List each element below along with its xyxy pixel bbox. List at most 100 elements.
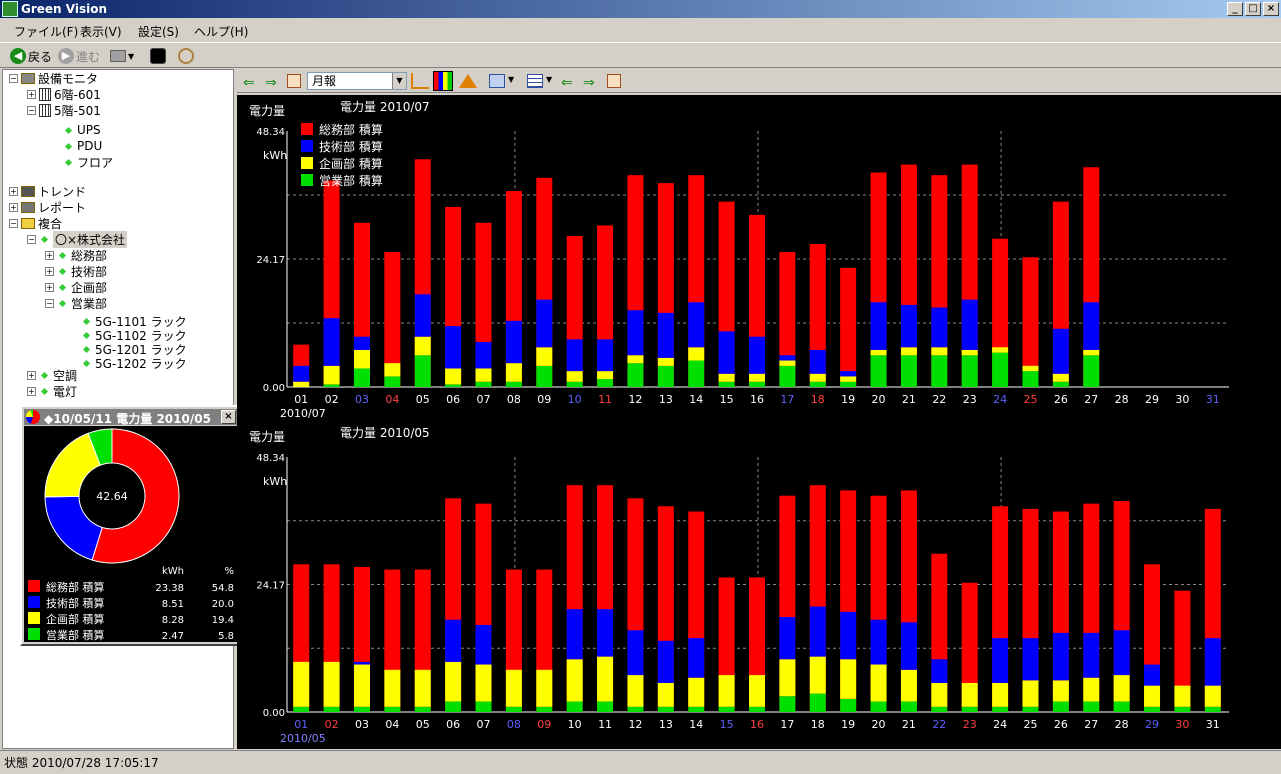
bar-segment <box>931 307 948 348</box>
window-icon[interactable] <box>489 74 505 88</box>
bar-segment <box>627 355 644 364</box>
back-button[interactable]: ◀ 戻る <box>10 46 52 66</box>
tree-node-trend[interactable]: + トレンド <box>9 183 86 199</box>
x-tick-label: 28 <box>1115 393 1129 406</box>
collapse-icon[interactable]: − <box>9 73 18 83</box>
tree-node-dept2[interactable]: + 技術部 <box>45 263 107 279</box>
close-button[interactable]: × <box>1263 2 1279 16</box>
legend-swatch <box>28 612 40 624</box>
x-tick-label: 26 <box>1054 718 1068 731</box>
chevron-down-icon[interactable]: ▼ <box>546 75 552 84</box>
menu-help[interactable]: ヘルプ(H) <box>194 23 248 40</box>
bar-segment <box>1052 632 1069 681</box>
area-chart-icon[interactable] <box>459 74 477 88</box>
tree-node-floor[interactable]: フロア <box>63 154 113 170</box>
x-tick-label: 12 <box>628 718 642 731</box>
expand-icon[interactable]: + <box>9 202 18 212</box>
y-axis-label: 電力量 <box>249 430 285 444</box>
x-tick-label: 08 <box>507 718 521 731</box>
bar-segment <box>718 331 735 374</box>
menu-bar: ファイル(F) 表示(V) 設定(S) ヘルプ(H) <box>0 19 1281 41</box>
forward-button[interactable]: ▶ 進む <box>58 46 100 66</box>
legend-label: 企画部 積算 <box>319 156 383 171</box>
menu-settings[interactable]: 設定(S) <box>138 23 179 40</box>
search-button[interactable] <box>178 46 194 66</box>
tree-node-pdu[interactable]: PDU <box>63 138 102 154</box>
node-dot-icon <box>58 299 67 307</box>
tree-node-rack4[interactable]: 5G-1202 ラック <box>81 355 187 371</box>
prev-arrow-icon[interactable]: ⇐ <box>243 75 255 91</box>
node-dot-icon <box>64 126 73 134</box>
prev-arrow-icon[interactable]: ⇐ <box>561 75 573 91</box>
bar-segment <box>323 318 340 366</box>
node-dot-icon <box>40 371 49 379</box>
minimize-button[interactable]: _ <box>1227 2 1243 16</box>
node-dot-icon <box>58 267 67 275</box>
expand-icon[interactable]: + <box>27 370 36 380</box>
legend-label: 営業部 積算 <box>46 628 105 642</box>
x-tick-label: 21 <box>902 393 916 406</box>
chevron-down-icon[interactable]: ▼ <box>392 73 406 89</box>
x-tick-label: 01 <box>294 393 308 406</box>
bar-segment <box>1083 677 1100 702</box>
list-icon[interactable] <box>527 74 543 88</box>
legend-kwh: 8.51 <box>162 599 184 610</box>
calendar-icon[interactable] <box>607 74 621 88</box>
collapse-icon[interactable]: − <box>9 218 18 228</box>
expand-icon[interactable]: + <box>45 282 54 292</box>
tree-node-company[interactable]: − 〇×株式会社 <box>27 230 128 248</box>
legend-swatch <box>301 157 313 169</box>
tree-node-dept4[interactable]: − 営業部 <box>45 295 107 311</box>
collapse-icon[interactable]: − <box>45 298 54 308</box>
tree-node-floor5[interactable]: − 5階-501 <box>27 102 101 118</box>
main-toolbar: ◀ 戻る ▶ 進む ▼ <box>0 42 1281 68</box>
chevron-down-icon[interactable]: ▼ <box>508 75 514 84</box>
bar-chart-icon[interactable] <box>433 71 453 91</box>
expand-icon[interactable]: + <box>27 386 36 396</box>
collapse-icon[interactable]: − <box>27 105 36 115</box>
period-select[interactable]: 月報 ▼ <box>307 72 407 90</box>
next-arrow-icon[interactable]: ⇒ <box>583 75 595 91</box>
tree-node-facility-monitor[interactable]: − 設備モニタ <box>9 70 98 86</box>
tree-node-report[interactable]: + レポート <box>9 199 86 215</box>
x-tick-label: 20 <box>872 393 886 406</box>
bar-segment <box>323 661 340 707</box>
view-dropdown-button[interactable]: ▼ <box>110 46 134 66</box>
y-tick-label: 24.17 <box>256 255 285 266</box>
report-folder-icon <box>21 201 35 213</box>
calendar-icon[interactable] <box>287 74 301 88</box>
tree-node-composite[interactable]: − 複合 <box>9 215 62 231</box>
tree-node-aircon[interactable]: + 空調 <box>27 367 77 383</box>
tree-node-floor6[interactable]: + 6階-601 <box>27 86 101 102</box>
maximize-button[interactable]: □ <box>1245 2 1261 16</box>
tree-node-dept1[interactable]: + 総務部 <box>45 247 107 263</box>
tree-node-ups[interactable]: UPS <box>63 122 101 138</box>
popup-title-bar[interactable]: ◆10/05/11 電力量 2010/05 × <box>24 409 237 426</box>
expand-icon[interactable]: + <box>9 186 18 196</box>
monitor-button[interactable] <box>150 46 166 66</box>
bar-segment <box>809 373 826 382</box>
tree-node-light[interactable]: + 電灯 <box>27 383 77 399</box>
legend-kwh: 2.47 <box>162 631 184 642</box>
expand-icon[interactable]: + <box>27 89 36 99</box>
chart-title: 電力量 2010/07 <box>340 100 430 114</box>
next-arrow-icon[interactable]: ⇒ <box>265 75 277 91</box>
bar-segment <box>566 381 583 387</box>
bar-segment <box>536 299 553 348</box>
line-chart-icon[interactable] <box>411 73 429 89</box>
collapse-icon[interactable]: − <box>27 234 36 244</box>
expand-icon[interactable]: + <box>45 250 54 260</box>
bar-segment <box>597 371 614 380</box>
x-tick-label: 13 <box>659 393 673 406</box>
bar-segment <box>1144 664 1161 686</box>
expand-icon[interactable]: + <box>45 266 54 276</box>
menu-view[interactable]: 表示(V) <box>80 23 122 40</box>
popup-close-button[interactable]: × <box>221 410 236 424</box>
pie-popup-window[interactable]: ◆10/05/11 電力量 2010/05 × 42.64 kWh% 総務部 積算 2… <box>20 405 241 646</box>
x-tick-label: 16 <box>750 393 764 406</box>
legend-label: 総務部 積算 <box>319 122 383 137</box>
x-tick-label: 05 <box>416 718 430 731</box>
menu-file[interactable]: ファイル(F) <box>14 23 78 40</box>
tree-node-dept3[interactable]: + 企画部 <box>45 279 107 295</box>
x-tick-label: 04 <box>385 393 399 406</box>
